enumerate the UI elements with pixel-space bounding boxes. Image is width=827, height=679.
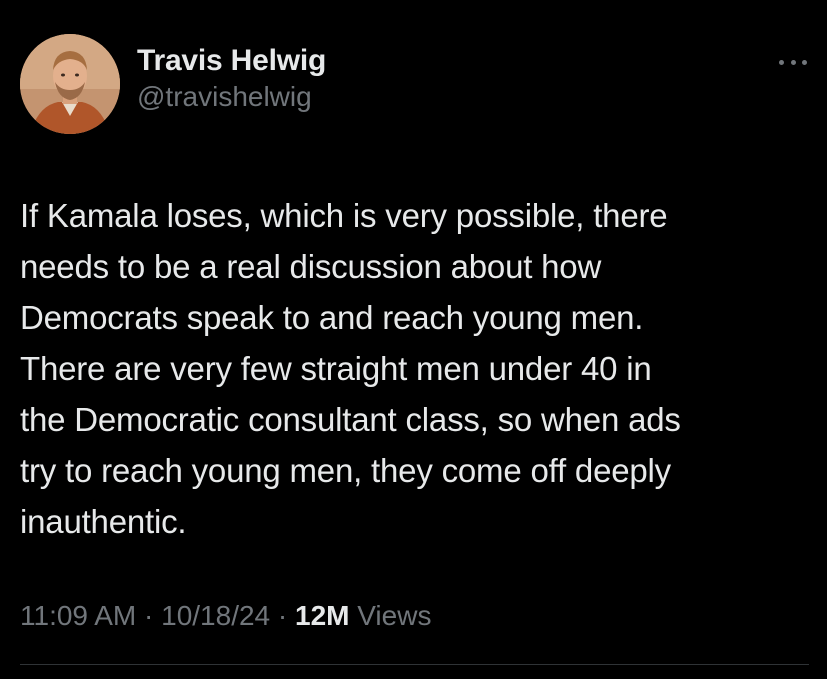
meta-separator: · [277, 600, 288, 631]
tweet-meta: 11:09 AM · 10/18/24 · 12M Views [20, 596, 431, 636]
avatar-photo [20, 34, 120, 134]
divider [20, 664, 809, 665]
tweet-text: If Kamala loses, which is very possible,… [20, 197, 681, 540]
more-horizontal-icon-dot [790, 59, 796, 65]
author-block: Travis Helwig @travishelwig [137, 42, 326, 114]
more-horizontal-icon-dot [802, 59, 807, 65]
avatar[interactable] [20, 34, 120, 134]
tweet-time[interactable]: 11:09 AM [20, 600, 136, 631]
author-display-name[interactable]: Travis Helwig [137, 42, 326, 80]
tweet-date[interactable]: 10/18/24 [161, 600, 270, 631]
views-count[interactable]: 12M [295, 600, 349, 631]
views-label: Views [357, 600, 432, 631]
tweet-card: Travis Helwig @travishelwig If Kamala lo… [0, 0, 827, 679]
more-horizontal-icon [779, 59, 784, 65]
meta-separator: · [144, 600, 154, 631]
author-handle[interactable]: @travishelwig [137, 80, 326, 114]
more-options-button[interactable] [779, 52, 807, 72]
